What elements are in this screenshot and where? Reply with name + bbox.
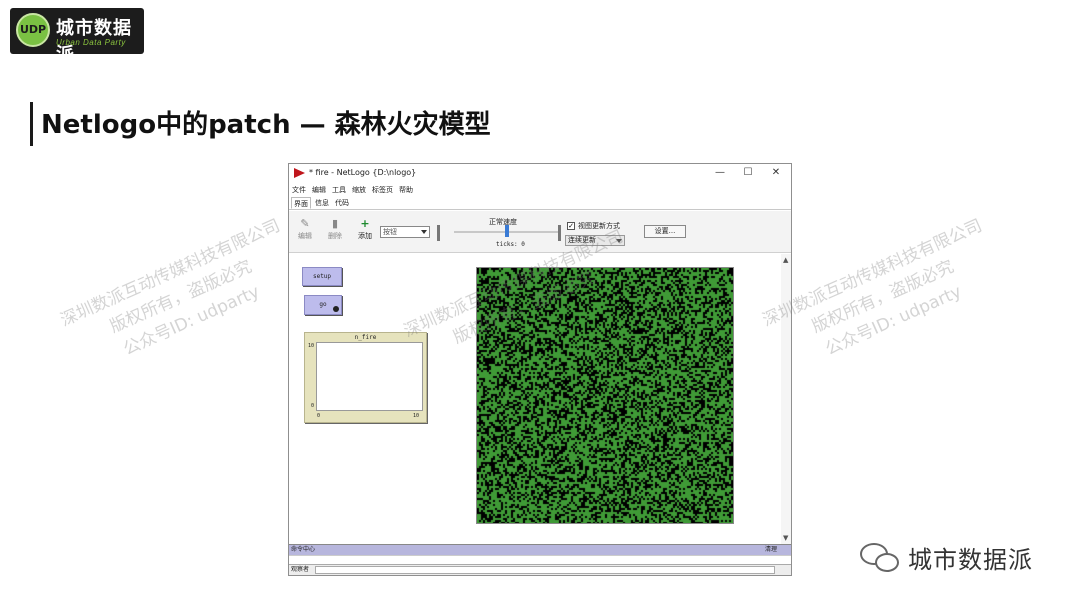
setup-button[interactable]: setup: [302, 267, 342, 286]
add-button[interactable]: + 添加: [353, 217, 377, 241]
plus-icon: +: [360, 217, 370, 230]
patches-grid: [477, 268, 733, 523]
window-title: * fire - NetLogo {D:\nlogo}: [309, 168, 417, 177]
view-update-checkbox[interactable]: ✓: [567, 222, 575, 230]
window-titlebar: * fire - NetLogo {D:\nlogo} — ☐ ✕: [289, 164, 791, 184]
trash-icon: ▮: [331, 217, 339, 230]
netlogo-icon: [294, 168, 305, 178]
close-button[interactable]: ✕: [765, 166, 787, 180]
settings-button[interactable]: 设置...: [644, 225, 686, 238]
widget-type-dropdown[interactable]: 按钮: [380, 226, 430, 238]
command-input[interactable]: [315, 566, 775, 574]
plot-y-max: 10: [308, 343, 315, 349]
command-center-clear[interactable]: 清理: [765, 545, 777, 555]
scroll-down-icon[interactable]: ▼: [783, 534, 788, 542]
slide-title: Netlogo中的patch — 森林火灾模型: [41, 110, 491, 140]
menu-edit[interactable]: 编辑: [312, 184, 326, 196]
menu-tabs[interactable]: 标签页: [372, 184, 393, 196]
tab-code[interactable]: 代码: [333, 197, 351, 209]
update-mode-value: 连续更新: [568, 236, 596, 244]
footer-brand: 城市数据派: [860, 540, 1033, 575]
speed-label: 正常速度: [489, 218, 517, 226]
vertical-scrollbar[interactable]: ▲ ▼: [781, 254, 791, 544]
edit-button[interactable]: ✎ 编辑: [293, 217, 317, 241]
toolbar-divider: [558, 225, 561, 241]
watermark: 深圳数派互动传媒科技有限公司 版权所有，盗版必究 公众号ID: udparty: [759, 215, 986, 360]
brand-logo: UDP 城市数据派 Urban Data Party: [10, 8, 144, 65]
logo-subtitle: Urban Data Party: [56, 38, 126, 47]
menu-help[interactable]: 帮助: [399, 184, 413, 196]
tab-interface[interactable]: 界面: [291, 197, 311, 209]
netlogo-window: * fire - NetLogo {D:\nlogo} — ☐ ✕ 文件 编辑 …: [288, 163, 792, 576]
ticks-counter: ticks: 0: [496, 241, 525, 248]
minimize-button[interactable]: —: [709, 166, 731, 180]
command-center-header: 命令中心 清理: [289, 544, 791, 555]
delete-label: 删除: [328, 232, 342, 240]
chevron-down-icon: [421, 230, 427, 234]
footer-brand-text: 城市数据派: [908, 546, 1033, 574]
menu-bar: 文件 编辑 工具 缩放 标签页 帮助: [289, 184, 791, 196]
title-accent-bar: [30, 102, 33, 146]
toolbar: ✎ 编辑 ▮ 删除 + 添加 按钮 正常速度 ticks: 0 ✓ 视图更新方式…: [289, 211, 791, 253]
command-center-label: 命令中心: [291, 546, 316, 553]
n-fire-plot: n_fire 10 0 0 10: [304, 332, 427, 423]
observer-row: 观察者: [289, 564, 791, 575]
go-button[interactable]: go: [304, 295, 342, 315]
maximize-button[interactable]: ☐: [737, 166, 759, 180]
view-update-label: 视图更新方式: [578, 222, 620, 230]
menu-zoom[interactable]: 缩放: [352, 184, 366, 196]
logo-badge: UDP: [16, 13, 50, 47]
watermark: 深圳数派互动传媒科技有限公司 版权所有，盗版必究 公众号ID: udparty: [57, 215, 284, 360]
world-view[interactable]: [476, 267, 734, 524]
chevron-down-icon: [616, 239, 622, 243]
add-label: 添加: [358, 232, 372, 240]
plot-x-min: 0: [317, 413, 321, 419]
update-mode-select[interactable]: 连续更新: [565, 235, 625, 246]
observer-label[interactable]: 观察者: [291, 566, 309, 573]
widget-type-value: 按钮: [383, 228, 397, 236]
scroll-up-icon[interactable]: ▲: [783, 256, 788, 264]
menu-tools[interactable]: 工具: [332, 184, 346, 196]
go-label: go: [319, 301, 327, 308]
speed-slider-thumb[interactable]: [504, 225, 509, 237]
menu-file[interactable]: 文件: [292, 184, 306, 196]
plot-area: [316, 342, 423, 411]
tab-bar: 界面 信息 代码: [289, 197, 791, 210]
forever-icon: [333, 306, 339, 312]
tab-info[interactable]: 信息: [313, 197, 331, 209]
interface-canvas: setup go n_fire 10 0 0 10: [289, 254, 781, 544]
plot-title: n_fire: [354, 334, 377, 341]
edit-label: 编辑: [298, 232, 312, 240]
wechat-icon: [860, 541, 902, 575]
plot-x-max: 10: [413, 413, 420, 419]
plot-y-min: 0: [311, 403, 315, 409]
command-output: [289, 555, 791, 564]
delete-button[interactable]: ▮ 删除: [323, 217, 347, 241]
toolbar-divider: [437, 225, 440, 241]
pencil-icon: ✎: [300, 217, 310, 230]
